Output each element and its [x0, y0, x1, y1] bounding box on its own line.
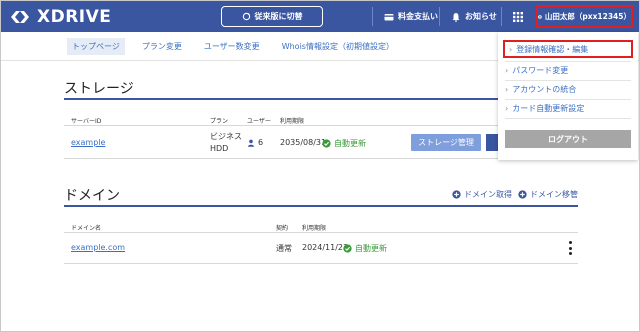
- tab-plan-change[interactable]: プラン変更: [137, 38, 187, 55]
- storage-plan-line1: ビジネス: [210, 132, 242, 141]
- switch-to-classic-label: 従来版に切替: [254, 12, 303, 21]
- dropdown-item-label: 登録情報確認・編集: [516, 44, 589, 54]
- dropdown-item-password-change[interactable]: › パスワード変更: [505, 63, 631, 77]
- domain-transfer-label: ドメイン移管: [530, 190, 578, 199]
- domain-transfer-link[interactable]: ドメイン移管: [518, 189, 578, 200]
- storage-col-server-id: サーバーID: [71, 118, 102, 125]
- main-tabs: トップページ プラン変更 ユーザー数変更 Whois情報設定（初期値設定）: [67, 38, 399, 55]
- header-divider: [439, 7, 440, 26]
- refresh-icon: [242, 12, 250, 21]
- storage-col-plan: プラン: [210, 118, 229, 125]
- user-name-label: 山田太郎（pxx12345）: [544, 12, 631, 21]
- check-circle-icon: [343, 244, 352, 253]
- domain-acquire-label: ドメイン取得: [464, 190, 512, 199]
- domain-more-menu-icon[interactable]: [567, 241, 573, 255]
- domain-header-separator: [64, 232, 578, 233]
- check-circle-icon: [322, 139, 331, 148]
- switch-to-classic-button[interactable]: 従来版に切替: [221, 6, 323, 27]
- dropdown-item-account-info[interactable]: › 登録情報確認・編集: [503, 40, 633, 58]
- notifications-label: お知らせ: [465, 12, 497, 21]
- storage-col-period: 利用期限: [280, 118, 305, 125]
- logout-button[interactable]: ログアウト: [505, 130, 631, 148]
- user-icon: [247, 139, 255, 147]
- grid-icon: [513, 11, 523, 22]
- logo-text: XDRIVE: [37, 7, 112, 27]
- top-navigation-bar: XDRIVE 従来版に切替 料金支払い お知らせ 山田太郎（pxx12345）: [1, 1, 639, 32]
- notifications-link[interactable]: お知らせ: [451, 1, 497, 32]
- xdrive-logo[interactable]: XDRIVE: [9, 7, 111, 27]
- plus-circle-icon: [518, 190, 527, 199]
- chevron-right-icon: ›: [509, 44, 513, 54]
- domain-auto-renew-label: 自動更新: [355, 244, 387, 253]
- domain-col-period: 利用期限: [302, 225, 327, 232]
- tab-whois-settings[interactable]: Whois情報設定（初期値設定）: [277, 38, 399, 55]
- bell-icon: [452, 12, 460, 22]
- dropdown-divider: [505, 118, 631, 119]
- domain-col-name: ドメイン名: [71, 225, 102, 232]
- storage-period: 2035/08/31: [280, 138, 327, 147]
- xdrive-logo-icon: [11, 11, 29, 23]
- domain-contract: 通常: [276, 244, 292, 253]
- domain-auto-renew: 自動更新: [343, 243, 387, 254]
- storage-auto-renew: 自動更新: [322, 138, 366, 149]
- chevron-right-icon: ›: [505, 65, 509, 75]
- storage-plan-line2: HDD: [210, 144, 229, 153]
- dropdown-item-label: アカウントの統合: [512, 84, 577, 94]
- storage-user-count-value: 6: [258, 138, 264, 147]
- storage-section-title: ストレージ: [64, 81, 134, 97]
- storage-server-id-link[interactable]: example: [71, 138, 105, 147]
- domain-acquire-link[interactable]: ドメイン取得: [452, 189, 512, 200]
- tab-top-page[interactable]: トップページ: [67, 38, 125, 55]
- app-window: XDRIVE 従来版に切替 料金支払い お知らせ 山田太郎（pxx12345） …: [0, 0, 640, 332]
- storage-manage-button[interactable]: ストレージ管理: [411, 134, 481, 151]
- apps-grid-button[interactable]: [505, 1, 531, 32]
- dropdown-item-label: カード自動更新設定: [512, 103, 585, 113]
- storage-col-users: ユーザー: [247, 118, 271, 125]
- user-dropdown-menu: › 登録情報確認・編集 › パスワード変更 › アカウントの統合 › カード自動…: [498, 32, 638, 160]
- domain-col-contract: 契約: [276, 225, 289, 232]
- dropdown-divider: [505, 80, 631, 81]
- dropdown-item-label: パスワード変更: [512, 65, 569, 75]
- storage-auto-renew-label: 自動更新: [334, 139, 366, 148]
- user-avatar-icon: [538, 14, 542, 19]
- storage-secondary-button[interactable]: [486, 134, 498, 151]
- payment-icon: [384, 13, 394, 20]
- storage-user-count: 6: [247, 138, 263, 147]
- chevron-right-icon: ›: [505, 84, 509, 94]
- header-divider: [501, 7, 502, 26]
- plus-circle-icon: [452, 190, 461, 199]
- domain-period: 2024/11/23: [302, 243, 349, 252]
- payment-link[interactable]: 料金支払い: [384, 1, 438, 32]
- header-divider: [372, 7, 373, 26]
- chevron-right-icon: ›: [505, 103, 509, 113]
- dropdown-divider: [505, 61, 631, 62]
- user-menu-button[interactable]: 山田太郎（pxx12345）: [536, 5, 633, 28]
- domain-row-separator: [64, 263, 578, 264]
- domain-section-title: ドメイン: [64, 188, 120, 204]
- dropdown-item-card-auto-renew[interactable]: › カード自動更新設定: [505, 101, 631, 115]
- tab-user-count-change[interactable]: ユーザー数変更: [199, 38, 265, 55]
- domain-section-underline: [64, 205, 578, 207]
- dropdown-divider: [505, 99, 631, 100]
- dropdown-item-account-merge[interactable]: › アカウントの統合: [505, 82, 631, 96]
- domain-name-link[interactable]: example.com: [71, 243, 125, 252]
- payment-label: 料金支払い: [398, 12, 438, 21]
